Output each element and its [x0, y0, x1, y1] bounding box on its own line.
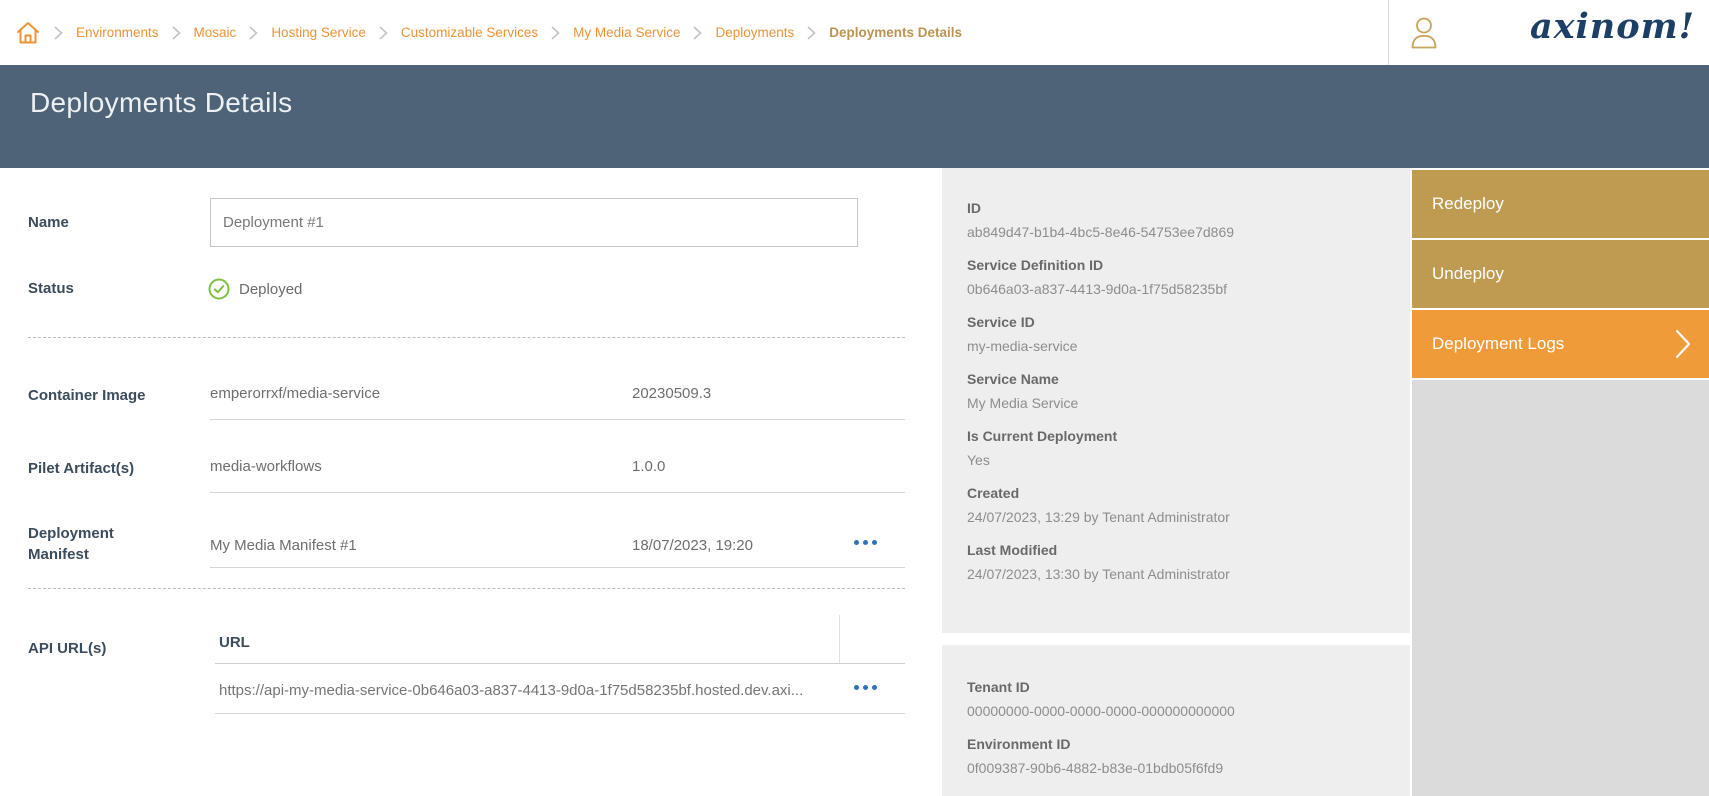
info-field-label: Tenant ID — [967, 679, 1390, 695]
chevron-right-icon — [249, 26, 258, 40]
undeploy-button-label: Undeploy — [1432, 264, 1504, 284]
info-field-value: 24/07/2023, 13:30 by Tenant Administrato… — [967, 566, 1390, 582]
page-title: Deployments Details — [30, 87, 292, 119]
breadcrumb-item-hosting-service[interactable]: Hosting Service — [271, 25, 366, 40]
info-field-value: My Media Service — [967, 395, 1390, 411]
container-image-label: Container Image — [28, 385, 146, 406]
info-field: Environment ID 0f009387-90b6-4882-b83e-0… — [967, 736, 1390, 776]
deployments-details-page: Environments Mosaic Hosting Service Cust… — [0, 0, 1709, 796]
url-column-header: URL — [219, 634, 250, 651]
top-bar: Environments Mosaic Hosting Service Cust… — [0, 0, 1709, 65]
breadcrumb-item-mosaic[interactable]: Mosaic — [194, 25, 237, 40]
breadcrumb-item-customizable-services[interactable]: Customizable Services — [401, 25, 538, 40]
row-divider — [210, 567, 905, 568]
section-divider — [28, 588, 905, 589]
table-header-divider — [215, 663, 905, 664]
section-divider — [28, 337, 905, 338]
info-field-label: Created — [967, 485, 1390, 501]
deployment-logs-button-label: Deployment Logs — [1432, 334, 1564, 354]
info-field: Created 24/07/2023, 13:29 by Tenant Admi… — [967, 485, 1390, 525]
deployment-manifest-label: Deployment Manifest — [28, 523, 178, 565]
info-field: Tenant ID 00000000-0000-0000-0000-000000… — [967, 679, 1390, 719]
container-image-version: 20230509.3 — [632, 385, 711, 402]
user-profile-icon[interactable] — [1405, 14, 1443, 52]
breadcrumb-item-environments[interactable]: Environments — [76, 25, 159, 40]
status-label: Status — [28, 278, 74, 299]
info-field-label: ID — [967, 200, 1390, 216]
status-badge: Deployed — [208, 278, 302, 300]
table-column-divider — [839, 615, 840, 663]
tenant-info-section: Tenant ID 00000000-0000-0000-0000-000000… — [942, 645, 1410, 796]
row-divider — [210, 492, 905, 493]
deployment-logs-button[interactable]: Deployment Logs — [1412, 310, 1709, 378]
deployment-manifest-date: 18/07/2023, 19:20 — [632, 537, 753, 554]
redeploy-button-label: Redeploy — [1432, 194, 1504, 214]
api-urls-label: API URL(s) — [28, 638, 106, 659]
info-field-value: 00000000-0000-0000-0000-000000000000 — [967, 703, 1390, 719]
row-divider — [210, 419, 905, 420]
chevron-right-icon — [1675, 328, 1691, 360]
name-input[interactable] — [210, 198, 858, 247]
chevron-right-icon — [551, 26, 560, 40]
info-field: Is Current Deployment Yes — [967, 428, 1390, 468]
info-field-label: Last Modified — [967, 542, 1390, 558]
topbar-divider — [1388, 0, 1389, 65]
api-url-cell: https://api-my-media-service-0b646a03-a8… — [219, 682, 803, 699]
name-label: Name — [28, 212, 69, 233]
undeploy-button[interactable]: Undeploy — [1412, 240, 1709, 308]
pilet-artifacts-value: media-workflows — [210, 458, 322, 475]
breadcrumb: Environments Mosaic Hosting Service Cust… — [15, 0, 962, 65]
breadcrumb-item-deployments[interactable]: Deployments — [715, 25, 794, 40]
chevron-right-icon — [807, 26, 816, 40]
home-icon[interactable] — [15, 20, 41, 46]
info-field: Service Definition ID 0b646a03-a837-4413… — [967, 257, 1390, 297]
pilet-artifacts-label: Pilet Artifact(s) — [28, 458, 134, 479]
page-header: Deployments Details — [0, 65, 1709, 168]
actions-filler — [1412, 380, 1709, 796]
chevron-right-icon — [693, 26, 702, 40]
chevron-right-icon — [172, 26, 181, 40]
container-image-value: emperorrxf/media-service — [210, 385, 380, 402]
details-sidebar: ID ab849d47-b1b4-4bc5-8e46-54753ee7d869 … — [942, 168, 1410, 796]
breadcrumb-current: Deployments Details — [829, 25, 962, 40]
chevron-right-icon — [379, 26, 388, 40]
breadcrumb-item-my-media-service[interactable]: My Media Service — [573, 25, 680, 40]
axinom-logo: axinom! — [1530, 6, 1695, 47]
info-field-value: 0f009387-90b6-4882-b83e-01bdb05f6fd9 — [967, 760, 1390, 776]
pilet-artifacts-version: 1.0.0 — [632, 458, 665, 475]
info-field-value: ab849d47-b1b4-4bc5-8e46-54753ee7d869 — [967, 224, 1390, 240]
deployment-manifest-value: My Media Manifest #1 — [210, 537, 357, 554]
info-field: Service ID my-media-service — [967, 314, 1390, 354]
deployment-info-section: ID ab849d47-b1b4-4bc5-8e46-54753ee7d869 … — [942, 168, 1410, 633]
status-check-icon — [208, 278, 230, 300]
info-field-label: Environment ID — [967, 736, 1390, 752]
chevron-right-icon — [54, 26, 63, 40]
info-field-value: 0b646a03-a837-4413-9d0a-1f75d58235bf — [967, 281, 1390, 297]
info-field-label: Service Definition ID — [967, 257, 1390, 273]
deployment-manifest-menu-dots-icon[interactable] — [850, 534, 881, 551]
info-field-label: Is Current Deployment — [967, 428, 1390, 444]
table-row-divider — [215, 713, 905, 714]
actions-column: Redeploy Undeploy Deployment Logs — [1412, 168, 1709, 796]
info-field-value: 24/07/2023, 13:29 by Tenant Administrato… — [967, 509, 1390, 525]
info-field-value: Yes — [967, 452, 1390, 468]
status-value: Deployed — [239, 281, 302, 298]
info-field-value: my-media-service — [967, 338, 1390, 354]
info-field-label: Service Name — [967, 371, 1390, 387]
api-url-menu-dots-icon[interactable] — [850, 679, 881, 696]
main-content: Name Status Deployed Container Image emp… — [0, 168, 942, 796]
redeploy-button[interactable]: Redeploy — [1412, 170, 1709, 238]
info-field-label: Service ID — [967, 314, 1390, 330]
info-field: Last Modified 24/07/2023, 13:30 by Tenan… — [967, 542, 1390, 582]
info-field: Service Name My Media Service — [967, 371, 1390, 411]
info-field: ID ab849d47-b1b4-4bc5-8e46-54753ee7d869 — [967, 200, 1390, 240]
